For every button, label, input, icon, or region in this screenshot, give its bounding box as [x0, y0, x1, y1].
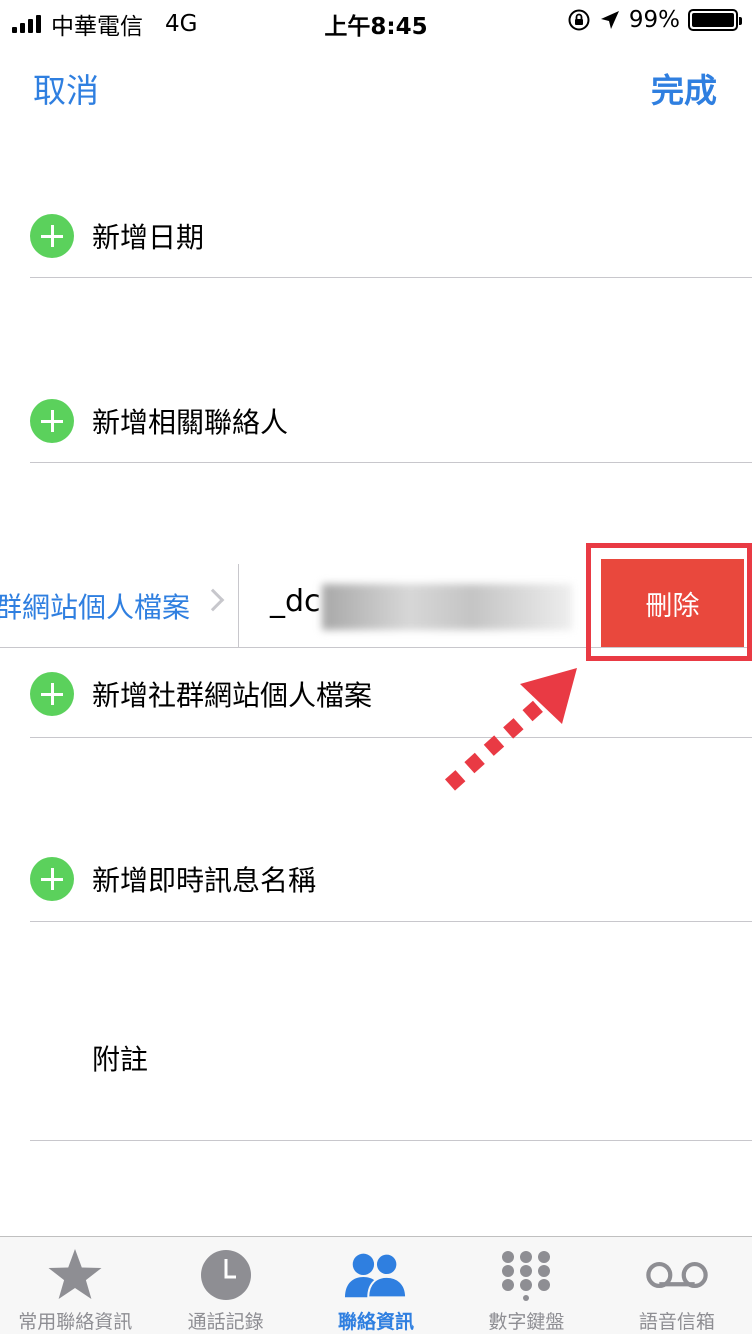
- divider: [238, 564, 239, 648]
- status-bar: 中華電信 4G 上午8:45 99%: [0, 0, 752, 40]
- tab-label: 數字鍵盤: [488, 1311, 565, 1333]
- battery-icon: [688, 9, 742, 31]
- tab-label: 常用聯絡資訊: [18, 1311, 133, 1333]
- add-icon[interactable]: [30, 857, 74, 901]
- add-social-profile-row[interactable]: 新增社群網站個人檔案: [30, 648, 752, 738]
- add-date-row[interactable]: 新增日期: [30, 188, 752, 278]
- notes-label: 附註: [92, 1043, 149, 1076]
- add-instant-message-row[interactable]: 新增即時訊息名稱: [30, 832, 752, 922]
- battery-level: [692, 13, 734, 27]
- rotation-lock-icon: [568, 9, 590, 31]
- tab-keypad[interactable]: 數字鍵盤: [451, 1237, 601, 1334]
- tab-label: 聯絡資訊: [338, 1311, 415, 1333]
- chevron-right-icon[interactable]: [201, 588, 225, 612]
- tab-voicemail[interactable]: 語音信箱: [602, 1237, 752, 1334]
- tab-label: 語音信箱: [638, 1311, 715, 1333]
- add-icon[interactable]: [30, 214, 74, 258]
- clock-icon: [194, 1245, 258, 1305]
- add-related-contact-label: 新增相關聯絡人: [92, 406, 289, 439]
- social-profile-type[interactable]: 群網站個人檔案: [0, 586, 190, 626]
- social-profile-value[interactable]: _dc: [270, 584, 321, 619]
- highlight-box: [586, 543, 752, 661]
- tab-label: 通話記錄: [187, 1311, 264, 1333]
- location-icon: [600, 11, 619, 29]
- voicemail-icon: [645, 1245, 709, 1305]
- tab-favorites[interactable]: 常用聯絡資訊: [0, 1237, 150, 1334]
- contacts-icon: [344, 1245, 408, 1305]
- add-related-contact-row[interactable]: 新增相關聯絡人: [30, 373, 752, 463]
- tab-recents[interactable]: 通話記錄: [150, 1237, 300, 1334]
- cancel-button[interactable]: 取消: [33, 64, 99, 112]
- status-right: 99%: [567, 7, 742, 33]
- add-social-profile-label: 新增社群網站個人檔案: [92, 679, 373, 712]
- battery-percent: 99%: [628, 7, 680, 33]
- notes-row[interactable]: 附註: [30, 1010, 752, 1141]
- add-date-label: 新增日期: [92, 221, 205, 254]
- keypad-icon: [494, 1245, 558, 1305]
- tab-bar: 常用聯絡資訊 通話記錄 聯絡資訊 數字鍵盤 語音信箱: [0, 1236, 752, 1334]
- add-instant-message-label: 新增即時訊息名稱: [92, 864, 317, 897]
- star-icon: [43, 1245, 107, 1305]
- tab-contacts[interactable]: 聯絡資訊: [301, 1237, 451, 1334]
- done-button[interactable]: 完成: [651, 64, 717, 112]
- redacted-blur: [322, 584, 572, 630]
- add-icon[interactable]: [30, 672, 74, 716]
- add-icon[interactable]: [30, 399, 74, 443]
